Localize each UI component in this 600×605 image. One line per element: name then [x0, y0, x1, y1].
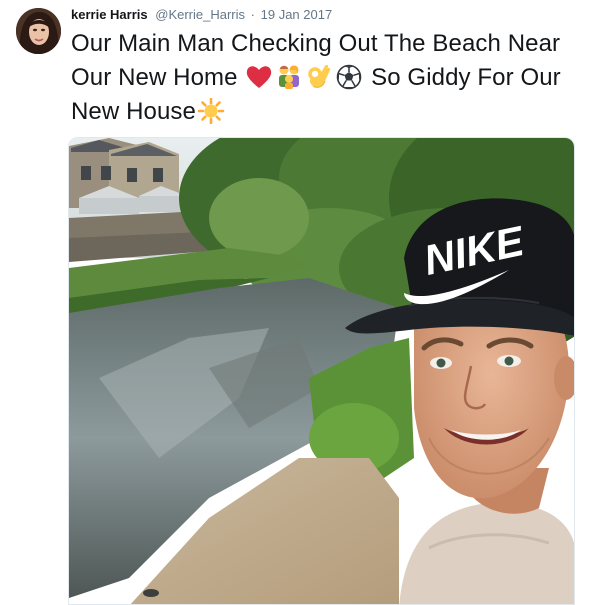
soccer-ball-icon: [335, 64, 363, 90]
tweet-card[interactable]: kerrie Harris @Kerrie_Harris · 19 Jan 20…: [0, 0, 600, 605]
family-icon: [275, 64, 303, 90]
ok-hand-icon: [305, 64, 333, 90]
tweet-timestamp[interactable]: 19 Jan 2017: [261, 7, 333, 22]
red-heart-icon: [245, 64, 273, 90]
sun-icon: [197, 98, 225, 124]
tweet-text: Our Main Man Checking Out The Beach Near…: [71, 27, 571, 129]
author-name[interactable]: kerrie Harris: [71, 7, 148, 22]
avatar-photo: [16, 8, 61, 54]
author-handle[interactable]: @Kerrie_Harris: [155, 7, 245, 22]
tweet-photo[interactable]: NIKE: [68, 137, 575, 605]
photo-selfie-by-river: NIKE: [69, 138, 574, 604]
tweet-header: kerrie Harris @Kerrie_Harris · 19 Jan 20…: [71, 7, 332, 23]
separator-dot: ·: [250, 7, 255, 22]
avatar[interactable]: [16, 8, 61, 54]
